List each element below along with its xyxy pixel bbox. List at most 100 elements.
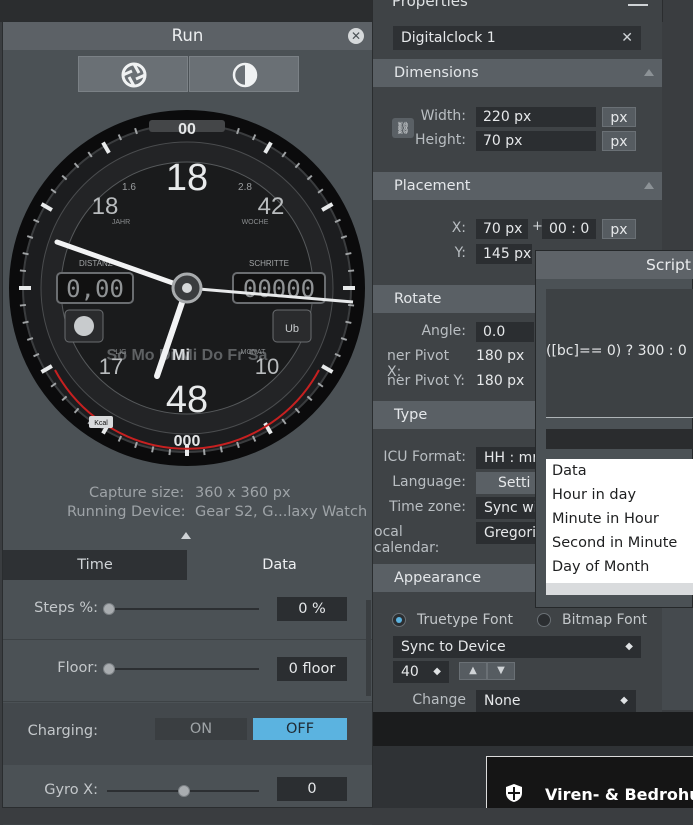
script-expression[interactable]: ([bc]== 0) ? 300 : 0	[546, 289, 693, 417]
x-label: X:	[451, 220, 466, 236]
bezel-tick	[348, 269, 355, 273]
tab-time[interactable]: Time	[3, 550, 187, 580]
capture-button[interactable]	[78, 56, 188, 92]
right-low-label: MONAT	[241, 349, 266, 356]
pivot-y-value[interactable]: 180 px	[476, 373, 524, 389]
icu-format-input[interactable]: HH : mr	[476, 447, 536, 469]
angle-label: Angle:	[421, 323, 466, 339]
truetype-label: Truetype Font	[417, 612, 513, 628]
size-down-button[interactable]: ▼	[487, 662, 515, 680]
theme-toggle-button[interactable]	[189, 56, 299, 92]
icu-label: ICU Format:	[383, 449, 466, 465]
right-ring-small: 2.8	[238, 182, 252, 193]
gyro-x-value[interactable]: 0	[277, 777, 347, 801]
height-unit-button[interactable]: px	[602, 131, 636, 151]
steps-label: Steps %:	[34, 600, 98, 616]
floor-value[interactable]: 0 floor	[277, 657, 347, 681]
placement-header-label: Placement	[394, 178, 471, 194]
bezel-tick	[345, 320, 352, 324]
list-item[interactable]: Second in Minute	[546, 531, 693, 555]
changecase-select[interactable]: None ◆	[476, 690, 636, 712]
running-device-value: Gear S2, G...laxy Watch	[195, 504, 368, 520]
top-marker-text: 00	[178, 121, 196, 138]
bitmap-radio[interactable]	[537, 613, 551, 627]
menu-icon[interactable]	[628, 0, 648, 6]
properties-title: Properties	[392, 0, 468, 10]
bezel-tick	[19, 303, 26, 307]
floor-label: Floor:	[57, 660, 98, 676]
capture-size-label: Capture size:	[89, 485, 185, 501]
font-select[interactable]: Sync to Device ◆	[393, 636, 641, 658]
x-input[interactable]: 70 px	[476, 219, 528, 239]
left-low-number: 17	[99, 354, 123, 379]
shield-icon	[506, 784, 522, 802]
charging-off-button[interactable]: OFF	[253, 718, 347, 740]
width-unit-button[interactable]: px	[602, 107, 636, 127]
steps-label: SCHRITTE	[249, 259, 289, 268]
collapse-arrow-icon[interactable]	[181, 532, 191, 539]
steps-slider-track[interactable]	[107, 608, 259, 610]
bitmap-label: Bitmap Font	[562, 612, 648, 628]
dimensions-header[interactable]: Dimensions	[372, 59, 662, 87]
collapse-icon	[644, 69, 654, 76]
language-label: Language:	[392, 474, 466, 490]
left-ring-label: JAHR	[112, 219, 130, 226]
list-item[interactable]: Hour in day	[546, 483, 693, 507]
height-input[interactable]: 70 px	[476, 131, 596, 151]
scrollbar[interactable]	[366, 600, 371, 696]
dropdown-icon: ◆	[433, 666, 441, 677]
steps-slider-handle[interactable]	[103, 603, 115, 615]
charging-row: Charging: ON OFF	[3, 703, 372, 765]
element-name-field[interactable]: Digitalclock 1 ✕	[393, 26, 641, 50]
bezel-tick	[219, 446, 223, 453]
list-scrollbar[interactable]	[546, 583, 693, 595]
floor-row: Floor: 0 floor	[3, 640, 372, 702]
bezel-tick	[22, 252, 29, 256]
changecase-value: None	[484, 693, 521, 709]
list-item[interactable]: Minute in Hour	[546, 507, 693, 531]
x-offset-input[interactable]: 00 : 0	[542, 219, 596, 239]
steps-value[interactable]: 0 %	[277, 597, 347, 621]
gyro-x-slider-handle[interactable]	[178, 785, 190, 797]
steps-row: Steps %: 0 %	[3, 580, 372, 640]
x-unit-button[interactable]: px	[602, 219, 636, 239]
timezone-select[interactable]: Sync wi	[476, 497, 536, 519]
width-label: Width:	[420, 108, 466, 124]
tab-data[interactable]: Data	[187, 550, 372, 580]
y-input[interactable]: 145 px	[476, 244, 532, 264]
calendar-select[interactable]: Gregori	[476, 522, 536, 544]
floor-slider-handle[interactable]	[103, 663, 115, 675]
right-panel-edge	[663, 0, 693, 250]
clear-icon[interactable]: ✕	[621, 26, 633, 50]
dropdown-icon: ◆	[620, 695, 628, 706]
weekday-highlight: Mi	[172, 347, 190, 364]
angle-input[interactable]: 0.0	[476, 322, 534, 342]
calendar-label: ocal calendar:	[374, 524, 440, 556]
pivot-x-value[interactable]: 180 px	[476, 348, 524, 364]
notification-text: Viren- & Bedrohu	[545, 785, 693, 804]
list-item[interactable]: Day of Month	[546, 555, 693, 579]
truetype-radio[interactable]	[392, 613, 406, 627]
list-item[interactable]: Data	[546, 459, 693, 483]
gyro-x-label: Gyro X:	[44, 782, 98, 798]
charging-on-button[interactable]: ON	[155, 718, 247, 740]
run-title: Run	[171, 26, 204, 45]
size-up-button[interactable]: ▲	[459, 662, 487, 680]
placement-header[interactable]: Placement	[372, 172, 662, 200]
font-size-select[interactable]: 40 ◆	[393, 661, 449, 683]
notification-toast[interactable]: Viren- & Bedrohu	[486, 756, 693, 808]
language-settings-button[interactable]: Setti	[476, 472, 536, 494]
run-panel: Run ✕ 00 000 18 48 18 1.6 JAHR 42 2.8 WO…	[2, 21, 373, 825]
watch-face: 00 000 18 48 18 1.6 JAHR 42 2.8 WOCHE DI…	[9, 110, 365, 466]
floor-slider-track[interactable]	[107, 668, 259, 670]
minute-digits: 48	[166, 379, 208, 421]
dropdown-icon: ◆	[625, 641, 633, 652]
run-header: Run	[3, 22, 372, 50]
bezel-tick	[22, 320, 29, 324]
close-icon[interactable]: ✕	[348, 28, 364, 44]
pivot-y-label: ner Pivot Y:	[387, 373, 465, 389]
moon-icon	[74, 316, 94, 336]
bezel-tick	[345, 252, 352, 256]
width-input[interactable]: 220 px	[476, 107, 596, 127]
y-label: Y:	[454, 245, 466, 261]
